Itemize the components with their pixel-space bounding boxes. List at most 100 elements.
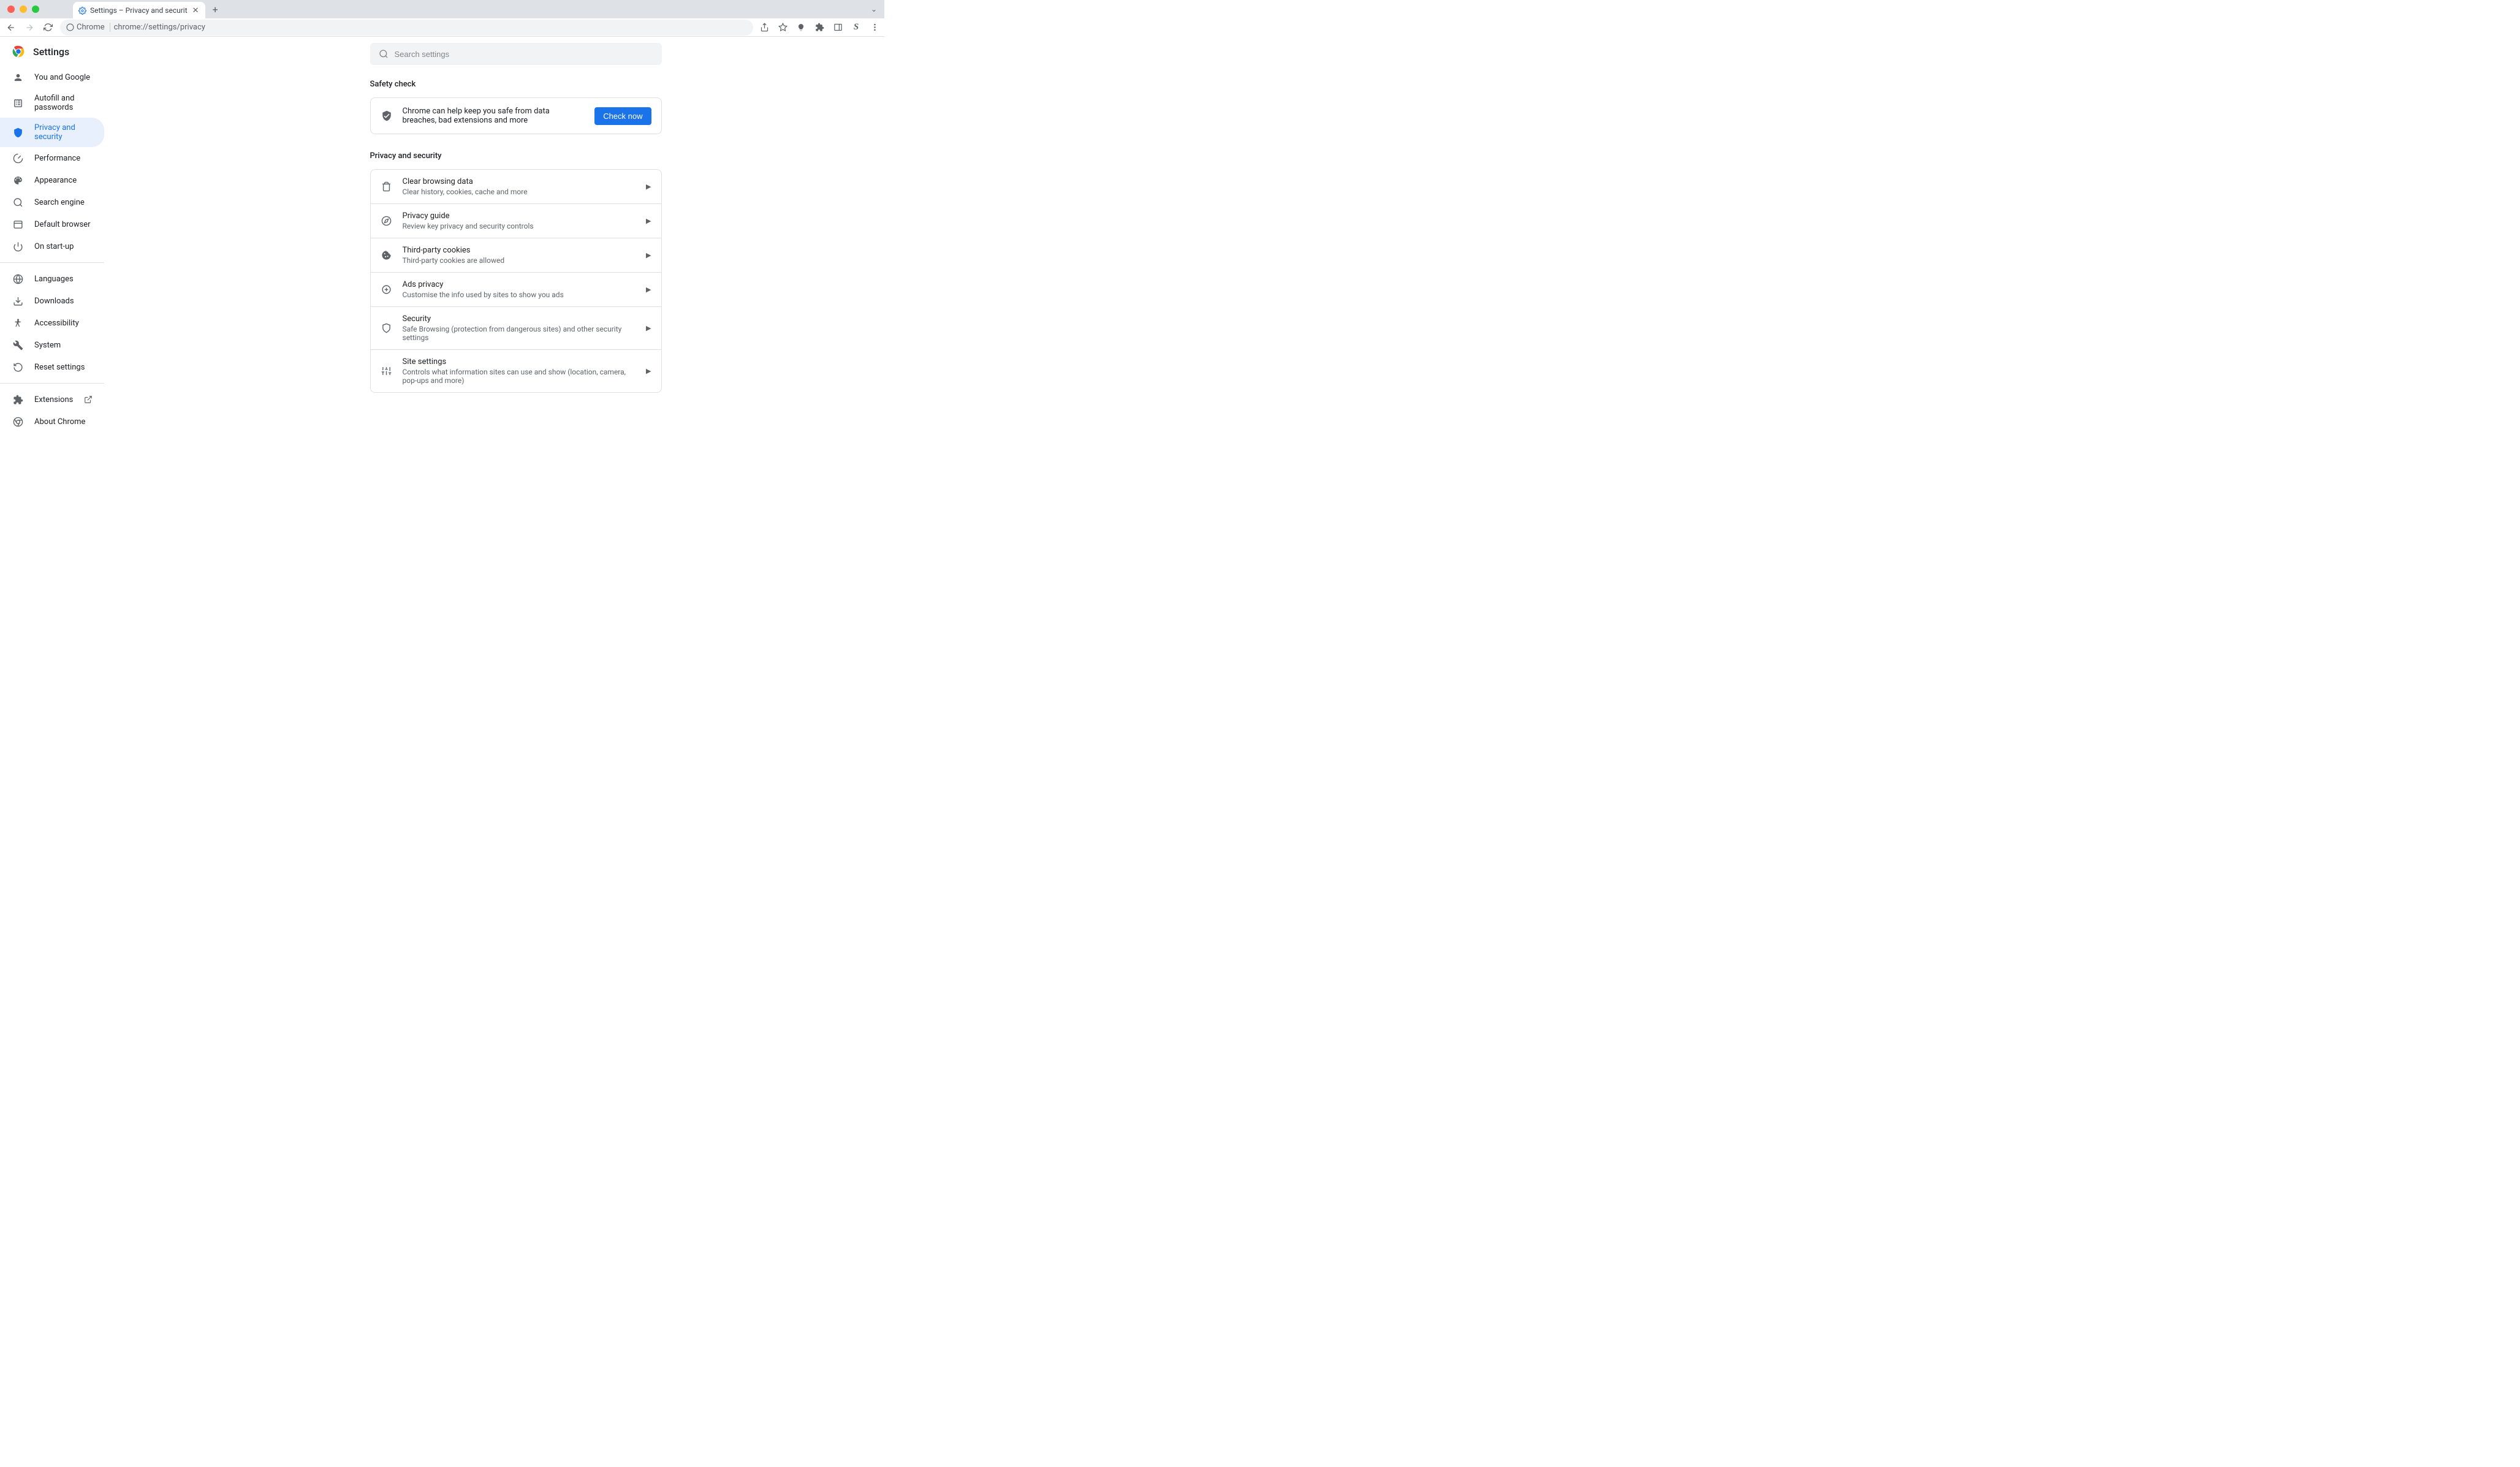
sidebar-item-label: Performance — [34, 154, 80, 163]
safety-check-card: Chrome can help keep you safe from data … — [370, 97, 662, 134]
sidebar-item-you-and-google[interactable]: You and Google — [0, 66, 104, 88]
shield-icon — [12, 127, 23, 138]
row-subtitle: Safe Browsing (protection from dangerous… — [403, 325, 637, 342]
sidebar-item-downloads[interactable]: Downloads — [0, 290, 104, 312]
sidebar-item-label: Autofill and passwords — [34, 94, 92, 112]
main-content: Safety check Chrome can help keep you sa… — [147, 37, 884, 515]
chevron-right-icon: ▶ — [646, 324, 651, 332]
sidebar-item-label: System — [34, 341, 61, 350]
browser-tab[interactable]: Settings – Privacy and securit ✕ — [73, 2, 205, 19]
search-settings-input[interactable] — [370, 43, 662, 65]
sliders-icon — [381, 365, 393, 377]
sidebar-item-performance[interactable]: Performance — [0, 147, 104, 169]
share-icon[interactable] — [759, 23, 769, 32]
row-privacy-guide[interactable]: Privacy guide Review key privacy and sec… — [371, 204, 661, 238]
trash-icon — [381, 181, 393, 193]
site-chip: Chrome — [66, 23, 110, 32]
close-tab-button[interactable]: ✕ — [191, 6, 200, 15]
url-text: chrome://settings/privacy — [114, 23, 205, 32]
row-subtitle: Third-party cookies are allowed — [403, 256, 637, 265]
panel-icon[interactable] — [833, 23, 843, 32]
sidebar-item-label: You and Google — [34, 73, 90, 82]
power-icon — [12, 241, 23, 252]
gear-icon — [78, 6, 86, 15]
speedometer-icon — [12, 153, 23, 164]
sidebar-item-reset[interactable]: Reset settings — [0, 356, 104, 378]
puzzle-icon — [12, 394, 23, 405]
forward-button[interactable] — [23, 21, 36, 34]
row-title: Third-party cookies — [403, 246, 637, 255]
sidebar-item-default-browser[interactable]: Default browser — [0, 213, 104, 235]
app-title: Settings — [33, 46, 69, 58]
sidebar-item-system[interactable]: System — [0, 334, 104, 356]
row-site-settings[interactable]: Site settings Controls what information … — [371, 350, 661, 392]
sidebar-item-label: Reset settings — [34, 363, 85, 372]
back-button[interactable] — [5, 21, 17, 34]
palette-icon — [12, 175, 23, 186]
compass-icon — [381, 215, 393, 227]
profile-icon[interactable]: S — [851, 23, 861, 32]
row-subtitle: Review key privacy and security controls — [403, 222, 637, 230]
reload-button[interactable] — [42, 21, 54, 34]
sidebar-item-extensions[interactable]: Extensions — [0, 389, 104, 411]
browser-toolbar: Chrome chrome://settings/privacy S — [0, 18, 884, 37]
sidebar-item-label: About Chrome — [34, 417, 85, 426]
person-icon — [12, 72, 23, 83]
bulb-icon[interactable] — [796, 23, 806, 32]
privacy-list: Clear browsing data Clear history, cooki… — [370, 169, 662, 393]
settings-page: Settings You and Google Autofill and pas… — [0, 37, 884, 515]
sidebar-item-privacy[interactable]: Privacy and security — [0, 118, 104, 147]
row-subtitle: Customise the info used by sites to show… — [403, 290, 637, 299]
nav-list: You and Google Autofill and passwords Pr… — [0, 64, 147, 433]
close-window-button[interactable] — [7, 6, 15, 13]
tab-title: Settings – Privacy and securit — [90, 6, 188, 15]
row-title: Security — [403, 314, 637, 324]
search-input-field[interactable] — [395, 50, 653, 59]
sidebar-item-label: Extensions — [34, 395, 73, 404]
row-title: Privacy guide — [403, 211, 637, 221]
new-tab-button[interactable]: + — [210, 1, 221, 18]
row-third-party-cookies[interactable]: Third-party cookies Third-party cookies … — [371, 238, 661, 273]
sidebar-item-autofill[interactable]: Autofill and passwords — [0, 88, 104, 118]
sidebar-item-label: Search engine — [34, 198, 85, 207]
row-title: Clear browsing data — [403, 177, 637, 186]
sidebar-item-label: Downloads — [34, 297, 74, 306]
sidebar-item-about[interactable]: About Chrome — [0, 411, 104, 433]
window-controls — [7, 6, 39, 13]
chevron-right-icon: ▶ — [646, 183, 651, 191]
address-bar[interactable]: Chrome chrome://settings/privacy — [60, 20, 753, 36]
extensions-icon[interactable] — [814, 23, 824, 32]
bookmark-icon[interactable] — [778, 23, 788, 32]
tab-strip: Settings – Privacy and securit ✕ + ⌄ — [0, 0, 884, 18]
maximize-window-button[interactable] — [32, 6, 39, 13]
shield-icon — [381, 322, 393, 335]
row-title: Ads privacy — [403, 280, 637, 289]
row-security[interactable]: Security Safe Browsing (protection from … — [371, 307, 661, 350]
chevron-right-icon: ▶ — [646, 367, 651, 375]
sidebar-item-appearance[interactable]: Appearance — [0, 169, 104, 191]
tabs-dropdown-button[interactable]: ⌄ — [871, 5, 877, 13]
check-now-button[interactable]: Check now — [594, 107, 651, 125]
sidebar-item-label: Languages — [34, 275, 74, 284]
privacy-heading: Privacy and security — [370, 151, 662, 161]
divider — [0, 262, 104, 263]
menu-icon[interactable] — [870, 23, 879, 32]
site-chip-label: Chrome — [77, 23, 105, 32]
chrome-logo-icon — [12, 45, 25, 58]
accessibility-icon — [12, 317, 23, 328]
wrench-icon — [12, 339, 23, 351]
row-subtitle: Controls what information sites can use … — [403, 368, 637, 385]
chrome-icon — [12, 416, 23, 427]
row-ads-privacy[interactable]: Ads privacy Customise the info used by s… — [371, 273, 661, 307]
row-clear-browsing-data[interactable]: Clear browsing data Clear history, cooki… — [371, 170, 661, 204]
sidebar-item-languages[interactable]: Languages — [0, 268, 104, 290]
minimize-window-button[interactable] — [20, 6, 27, 13]
sidebar-item-accessibility[interactable]: Accessibility — [0, 312, 104, 334]
globe-icon — [12, 273, 23, 284]
search-icon — [12, 197, 23, 208]
sidebar-item-label: On start-up — [34, 242, 74, 251]
sidebar-item-startup[interactable]: On start-up — [0, 235, 104, 257]
shield-check-icon — [381, 110, 393, 122]
sidebar-item-search-engine[interactable]: Search engine — [0, 191, 104, 213]
lock-icon — [66, 23, 74, 31]
